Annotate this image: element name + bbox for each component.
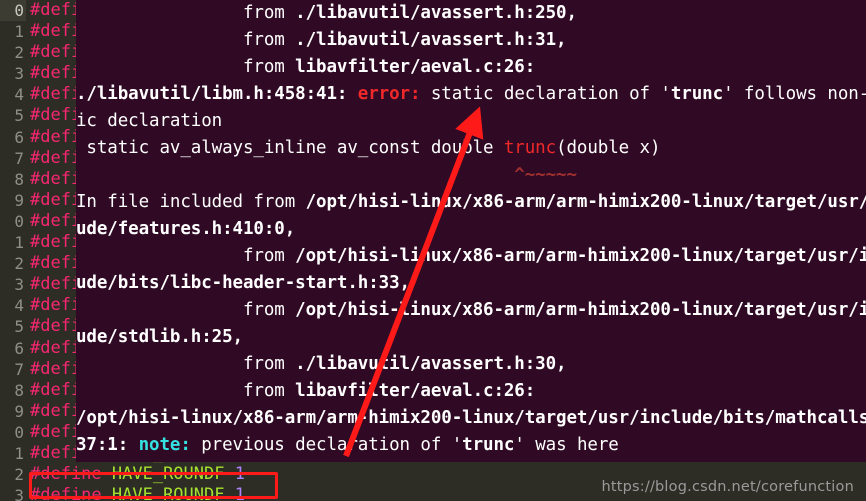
terminal-error-file: ./libavutil/libm.h:458:41: xyxy=(76,84,348,104)
red-highlight-box xyxy=(29,472,278,499)
terminal-text: previous declaration of ' xyxy=(190,435,463,455)
terminal-line: ude/stdlib.h:25, xyxy=(76,324,866,351)
editor-line-number: 7 xyxy=(14,148,24,168)
editor-line-number: 8 xyxy=(14,380,24,400)
terminal-line: ./libavutil/libm.h:458:41: error: static… xyxy=(76,81,866,108)
terminal-text: (double x) xyxy=(556,138,661,158)
terminal-line: from /opt/hisi-linux/x86-arm/arm-himix20… xyxy=(76,297,866,324)
terminal-text: ' follows non-stat xyxy=(723,84,866,104)
editor-line-number: 6 xyxy=(14,338,24,358)
terminal-path-text: ude/bits/libc-header-start.h:33, xyxy=(76,273,410,293)
editor-line-number: 1 xyxy=(14,22,24,42)
terminal-error-tag: error: xyxy=(347,84,421,104)
terminal-path-text: ude/features.h:410:0, xyxy=(76,219,296,239)
terminal-line: from libavfilter/aeval.c:26: xyxy=(76,54,866,81)
terminal-line: ic declaration xyxy=(76,108,866,135)
terminal-window[interactable]: from ./libavutil/avassert.h:250, from ./… xyxy=(76,0,866,462)
editor-line-number: 2 xyxy=(14,43,24,63)
terminal-line: __MATHCALLX (trunc,, (_Mdouble_ __x), (_… xyxy=(76,459,866,462)
terminal-path-text: ude/stdlib.h:25, xyxy=(76,327,243,347)
editor-line-number: 2 xyxy=(14,254,24,274)
editor-line-number: 4 xyxy=(14,85,24,105)
terminal-line: ude/bits/libc-header-start.h:33, xyxy=(76,270,866,297)
terminal-path-text: ./libavutil/avassert.h:250, xyxy=(295,3,577,23)
terminal-text: from xyxy=(76,246,296,266)
terminal-path-text: libavfilter/aeval.c:26: xyxy=(295,57,536,77)
watermark-text: https://blog.csdn.net/corefunction xyxy=(601,479,854,495)
editor-line-number: 9 xyxy=(14,190,24,210)
terminal-caret-marker: ^~~~~~ xyxy=(76,165,577,185)
editor-line-number: 8 xyxy=(14,169,24,189)
editor-line-number: 3 xyxy=(14,486,24,501)
editor-line-number: 0 xyxy=(0,0,26,22)
terminal-note-tag: note: xyxy=(128,435,191,455)
terminal-text: In file included from xyxy=(76,192,306,212)
terminal-identifier: trunc xyxy=(670,84,724,104)
editor-line-number: 9 xyxy=(14,401,24,421)
terminal-text: from xyxy=(76,3,296,23)
terminal-line: from /opt/hisi-linux/x86-arm/arm-himix20… xyxy=(76,243,866,270)
terminal-path-text: /opt/hisi-linux/x86-arm/arm-himix200-lin… xyxy=(305,192,866,212)
terminal-line: from ./libavutil/avassert.h:31, xyxy=(76,27,866,54)
editor-line-number: 3 xyxy=(14,275,24,295)
terminal-line: 37:1: note: previous declaration of 'tru… xyxy=(76,432,866,459)
terminal-line: from libavfilter/aeval.c:26: xyxy=(76,378,866,405)
editor-line-number: 0 xyxy=(14,422,24,442)
editor-line-number: 0 xyxy=(14,211,24,231)
terminal-path-text: /opt/hisi-linux/x86-arm/arm-himix200-lin… xyxy=(76,408,866,428)
editor-line-number: 3 xyxy=(14,64,24,84)
editor-line-number: 2 xyxy=(14,465,24,485)
terminal-note-file: 37:1: xyxy=(76,435,129,455)
terminal-text: ' was here xyxy=(514,435,619,455)
terminal-offending-symbol: trunc xyxy=(503,138,557,158)
terminal-line: static av_always_inline av_const double … xyxy=(76,135,866,162)
terminal-path-text: /opt/hisi-linux/x86-arm/arm-himix200-lin… xyxy=(295,246,866,266)
editor-line-number: 6 xyxy=(14,127,24,147)
terminal-text: from xyxy=(76,381,296,401)
editor-line-number: 4 xyxy=(14,296,24,316)
terminal-line: /opt/hisi-linux/x86-arm/arm-himix200-lin… xyxy=(76,405,866,432)
editor-line-number: 5 xyxy=(14,317,24,337)
terminal-text: from xyxy=(76,30,296,50)
editor-line-number: 1 xyxy=(14,443,24,463)
editor-line-number: 7 xyxy=(14,359,24,379)
terminal-line: ^~~~~~ xyxy=(76,162,866,189)
editor-line-number: 5 xyxy=(14,106,24,126)
terminal-line: In file included from /opt/hisi-linux/x8… xyxy=(76,189,866,216)
terminal-path-text: /opt/hisi-linux/x86-arm/arm-himix200-lin… xyxy=(295,300,866,320)
screenshot-root: 0#define HAVE_CBRT 11#define HAVE_CBRTF … xyxy=(0,0,866,501)
terminal-text: static declaration of ' xyxy=(420,84,671,104)
terminal-text: static av_always_inline av_const double xyxy=(76,138,504,158)
terminal-text: from xyxy=(76,57,296,77)
terminal-line: from ./libavutil/avassert.h:30, xyxy=(76,351,866,378)
terminal-text: from xyxy=(76,354,296,374)
terminal-line: ude/features.h:410:0, xyxy=(76,216,866,243)
terminal-text: ic declaration xyxy=(76,111,223,131)
terminal-text: from xyxy=(76,300,296,320)
terminal-path-text: libavfilter/aeval.c:26: xyxy=(295,381,536,401)
terminal-path-text: ./libavutil/avassert.h:31, xyxy=(295,30,567,50)
terminal-path-text: ./libavutil/avassert.h:30, xyxy=(295,354,567,374)
terminal-line: from ./libavutil/avassert.h:250, xyxy=(76,0,866,27)
terminal-identifier: trunc xyxy=(462,435,515,455)
editor-line-number: 1 xyxy=(14,233,24,253)
